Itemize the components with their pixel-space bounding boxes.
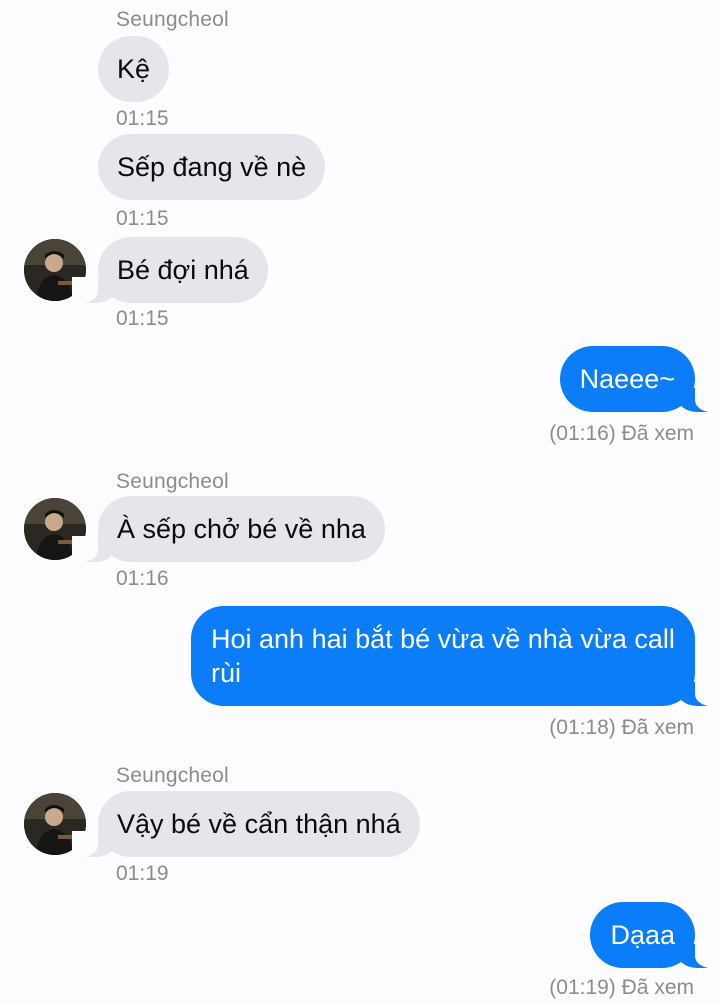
- sent-message-bubble[interactable]: Naeee~: [559, 346, 720, 412]
- sender-name: Seungcheol: [116, 470, 229, 493]
- message-text: Naeee~: [579, 364, 675, 394]
- received-message-bubble[interactable]: À sếp chở bé về nha: [72, 496, 385, 562]
- message-timestamp: 01:19: [116, 862, 169, 885]
- sent-message-bubble[interactable]: Hoi anh hai bắt bé vừa về nhà vừa call r…: [191, 606, 720, 706]
- read-receipt: (01:19) Đã xem: [549, 976, 694, 999]
- message-timestamp: 01:15: [116, 207, 169, 230]
- message-text: Hoi anh hai bắt bé vừa về nhà vừa call r…: [211, 624, 675, 688]
- message-text: Vậy bé về cẩn thận nhá: [117, 809, 401, 839]
- message-text: Dạaa: [610, 920, 675, 950]
- message-text: Sếp đang về nè: [117, 152, 307, 182]
- message-text: Kệ: [117, 54, 151, 84]
- received-message-bubble[interactable]: Vậy bé về cẩn thận nhá: [72, 791, 420, 857]
- read-receipt: (01:16) Đã xem: [549, 422, 694, 445]
- received-message-bubble[interactable]: Kệ: [98, 36, 170, 102]
- sent-message-bubble[interactable]: Dạaa: [590, 902, 720, 968]
- received-message-bubble[interactable]: Bé đợi nhá: [72, 237, 268, 303]
- message-timestamp: 01:15: [116, 307, 169, 330]
- message-text: Bé đợi nhá: [117, 255, 249, 285]
- sender-name: Seungcheol: [116, 764, 229, 787]
- message-timestamp: 01:15: [116, 107, 169, 130]
- message-timestamp: 01:16: [116, 567, 169, 590]
- received-message-bubble[interactable]: Sếp đang về nè: [98, 134, 326, 200]
- message-text: À sếp chở bé về nha: [117, 514, 366, 544]
- sender-name: Seungcheol: [116, 8, 229, 31]
- read-receipt: (01:18) Đã xem: [549, 716, 694, 739]
